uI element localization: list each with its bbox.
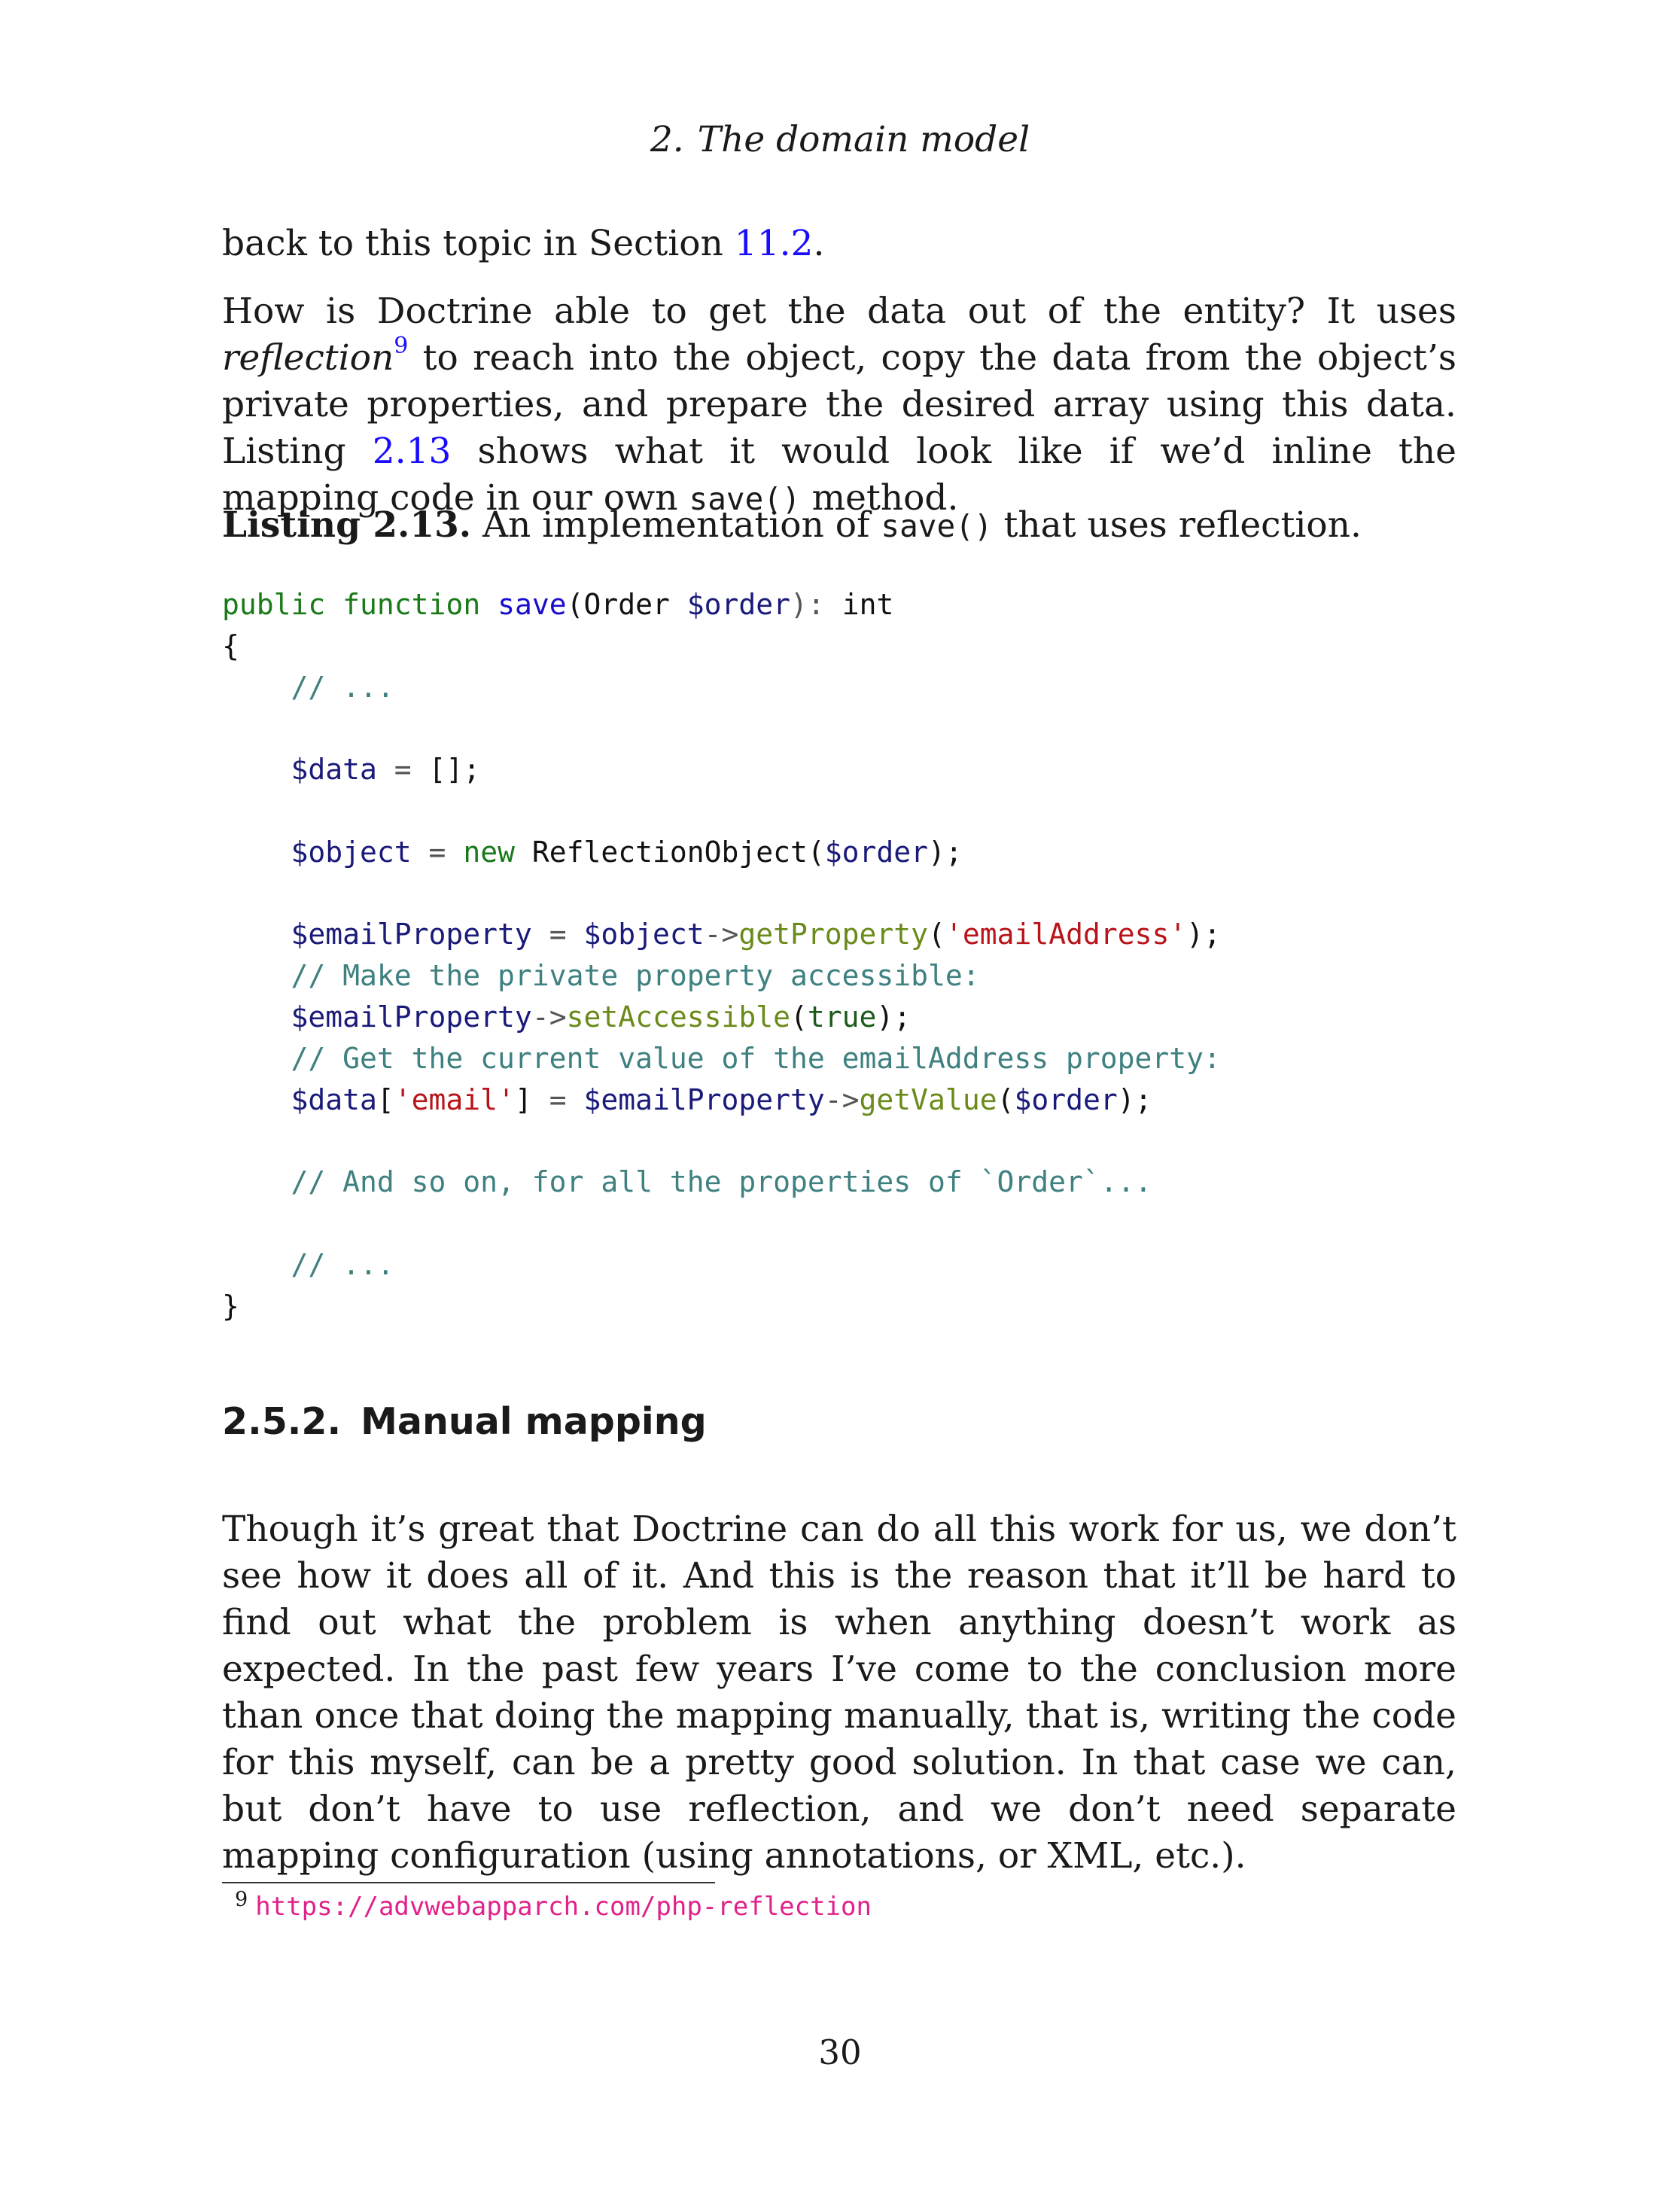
code-comment: // ... [291,670,394,704]
section-link[interactable]: 11.2 [735,223,814,264]
code-token: ( [928,918,945,951]
section-heading: 2.5.2. Manual mapping [222,1400,707,1443]
para2-text-1: How is Doctrine able to get the data out… [222,291,1456,332]
code-token: $data [291,753,377,787]
code-token: setAccessible [566,1000,790,1034]
code-token: []; [428,753,481,787]
code-token: save [498,588,567,621]
footnote-mark: 9 [235,1888,248,1911]
code-token: { [222,629,239,662]
code-token: ( [997,1082,1015,1116]
code-token: = [376,753,429,787]
code-token: function [342,588,481,621]
footnote-url[interactable]: https://advwebapparch.com/php-reflection [255,1892,872,1922]
code-token: = [411,835,464,869]
code-token: } [222,1289,239,1323]
code-comment: // Make the private property accessible: [291,959,980,993]
code-token: $order [1014,1082,1118,1116]
code-token: getValue [859,1082,997,1116]
code-token: ReflectionObject( [514,835,825,869]
code-token: ( [790,1000,808,1034]
code-comment: // And so on, for all the properties of … [291,1165,1152,1199]
code-token: ] [514,1082,532,1116]
reflection-term: reflection [222,337,394,379]
code-token: getProperty [738,918,929,951]
paragraph-reflection: How is Doctrine able to get the data out… [222,288,1456,522]
footnote-rule [222,1882,715,1883]
page: 2. The domain model back to this topic in… [0,0,1680,2186]
page-number: 30 [818,2032,862,2072]
code-token: -> [531,1000,567,1034]
code-token: $order [824,835,929,869]
footnote-ref[interactable]: 9 [394,333,408,359]
code-token: = [531,918,584,951]
listing-link[interactable]: 2.13 [373,431,452,472]
code-token: $emailProperty [583,1082,825,1116]
listing-label: Listing 2.13. [222,504,472,546]
paragraph-manual-mapping: Though it’s great that Doctrine can do a… [222,1506,1456,1880]
footnote: 9 https://advwebapparch.com/php-reflectio… [235,1888,872,1922]
section-title: Manual mapping [361,1400,707,1443]
paragraph-continuation: back to this topic in Section 11.2. [222,221,1456,267]
caption-code: save() [881,508,993,544]
code-token: true [807,1000,877,1034]
caption-text-1: An implementation of [471,504,881,546]
code-token: ); [928,835,963,869]
code-token: $object [291,835,412,869]
code-token: $order [686,588,791,621]
code-comment: // Get the current value of the emailAdd… [291,1041,1221,1075]
code-token: (Order [566,588,687,621]
section-number: 2.5.2. [222,1400,342,1443]
code-token: int [842,588,894,621]
code-token: 'emailAddress' [945,918,1187,951]
code-token: $emailProperty [291,1000,532,1034]
code-token: $data [291,1082,377,1116]
code-token: = [531,1082,584,1116]
code-comment: // ... [291,1247,394,1281]
code-token: public [222,588,326,621]
code-token: -> [704,918,739,951]
code-listing: public function save(Order $order): int … [222,584,1456,1326]
para1-text: back to this topic in Section [222,223,735,264]
code-token: 'email' [394,1082,515,1116]
chapter-number: 2. [650,119,684,160]
para3-text: Though it’s great that Doctrine can do a… [222,1509,1456,1877]
code-token: -> [824,1082,860,1116]
code-token: ); [1186,918,1221,951]
para1-end: . [813,223,825,264]
code-token: $emailProperty [291,918,532,951]
chapter-title: The domain model [697,119,1030,160]
code-token: ); [1117,1082,1152,1116]
caption-text-2: that uses reflection. [992,504,1362,546]
code-token: ); [876,1000,912,1034]
listing-caption: Listing 2.13. An implementation of save(… [222,502,1456,550]
code-token: [ [376,1082,394,1116]
code-token: new [463,835,515,869]
code-token: $object [583,918,705,951]
code-token: ): [790,588,842,621]
running-header: 2. The domain model [0,119,1680,161]
